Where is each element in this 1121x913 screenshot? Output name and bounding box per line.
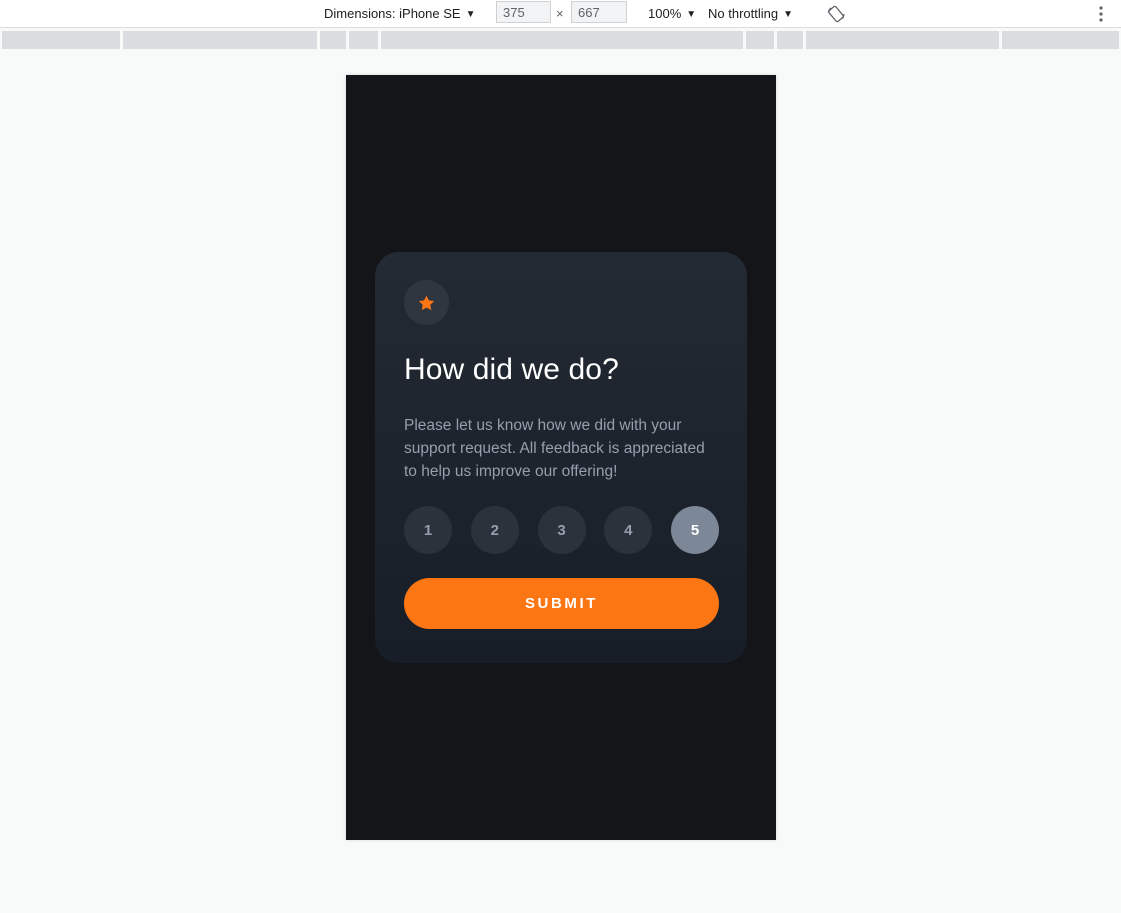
devtools-device-toolbar: Dimensions: iPhone SE ▼ × 100% ▼ No thrott… [0,0,1121,28]
submit-button[interactable]: SUBMIT [404,578,719,629]
more-vertical-icon[interactable] [1094,4,1108,24]
rotate-icon[interactable] [826,4,846,24]
media-query-segment[interactable] [746,31,774,49]
width-input[interactable] [496,1,551,23]
caret-down-icon: ▼ [783,9,793,20]
media-query-segment[interactable] [320,31,346,49]
rating-button-1[interactable]: 1 [404,506,452,554]
media-query-segment[interactable] [1002,31,1119,49]
height-input[interactable] [571,1,627,23]
media-query-segment[interactable] [777,31,803,49]
media-query-segment[interactable] [123,31,317,49]
caret-down-icon: ▼ [686,9,697,20]
star-icon [418,295,435,310]
throttling-label: No throttling [708,6,779,21]
star-badge [404,280,449,325]
rating-options: 1 2 3 4 5 [404,506,719,554]
dimensions-dropdown[interactable]: Dimensions: iPhone SE ▼ [324,0,475,28]
zoom-label: 100% [648,6,682,21]
rating-button-3[interactable]: 3 [537,506,586,554]
media-query-segment[interactable] [349,31,378,49]
rating-button-5[interactable]: 5 [671,506,719,554]
device-viewport: How did we do? Please let us know how we… [346,75,776,840]
zoom-dropdown[interactable]: 100% ▼ [648,0,696,28]
media-query-segment[interactable] [2,31,120,49]
media-query-ruler [2,31,1119,49]
dimension-separator: × [556,6,564,21]
card-description: Please let us know how we did with your … [404,417,705,480]
dimensions-label: Dimensions: iPhone SE [324,6,461,21]
media-query-segment[interactable] [806,31,999,49]
throttling-dropdown[interactable]: No throttling ▼ [708,0,793,28]
rating-button-2[interactable]: 2 [470,506,519,554]
card-title: How did we do? [404,353,619,386]
rating-button-4[interactable]: 4 [604,506,653,554]
rating-card: How did we do? Please let us know how we… [375,252,747,663]
media-query-segment[interactable] [381,31,743,49]
caret-down-icon: ▼ [465,9,476,20]
